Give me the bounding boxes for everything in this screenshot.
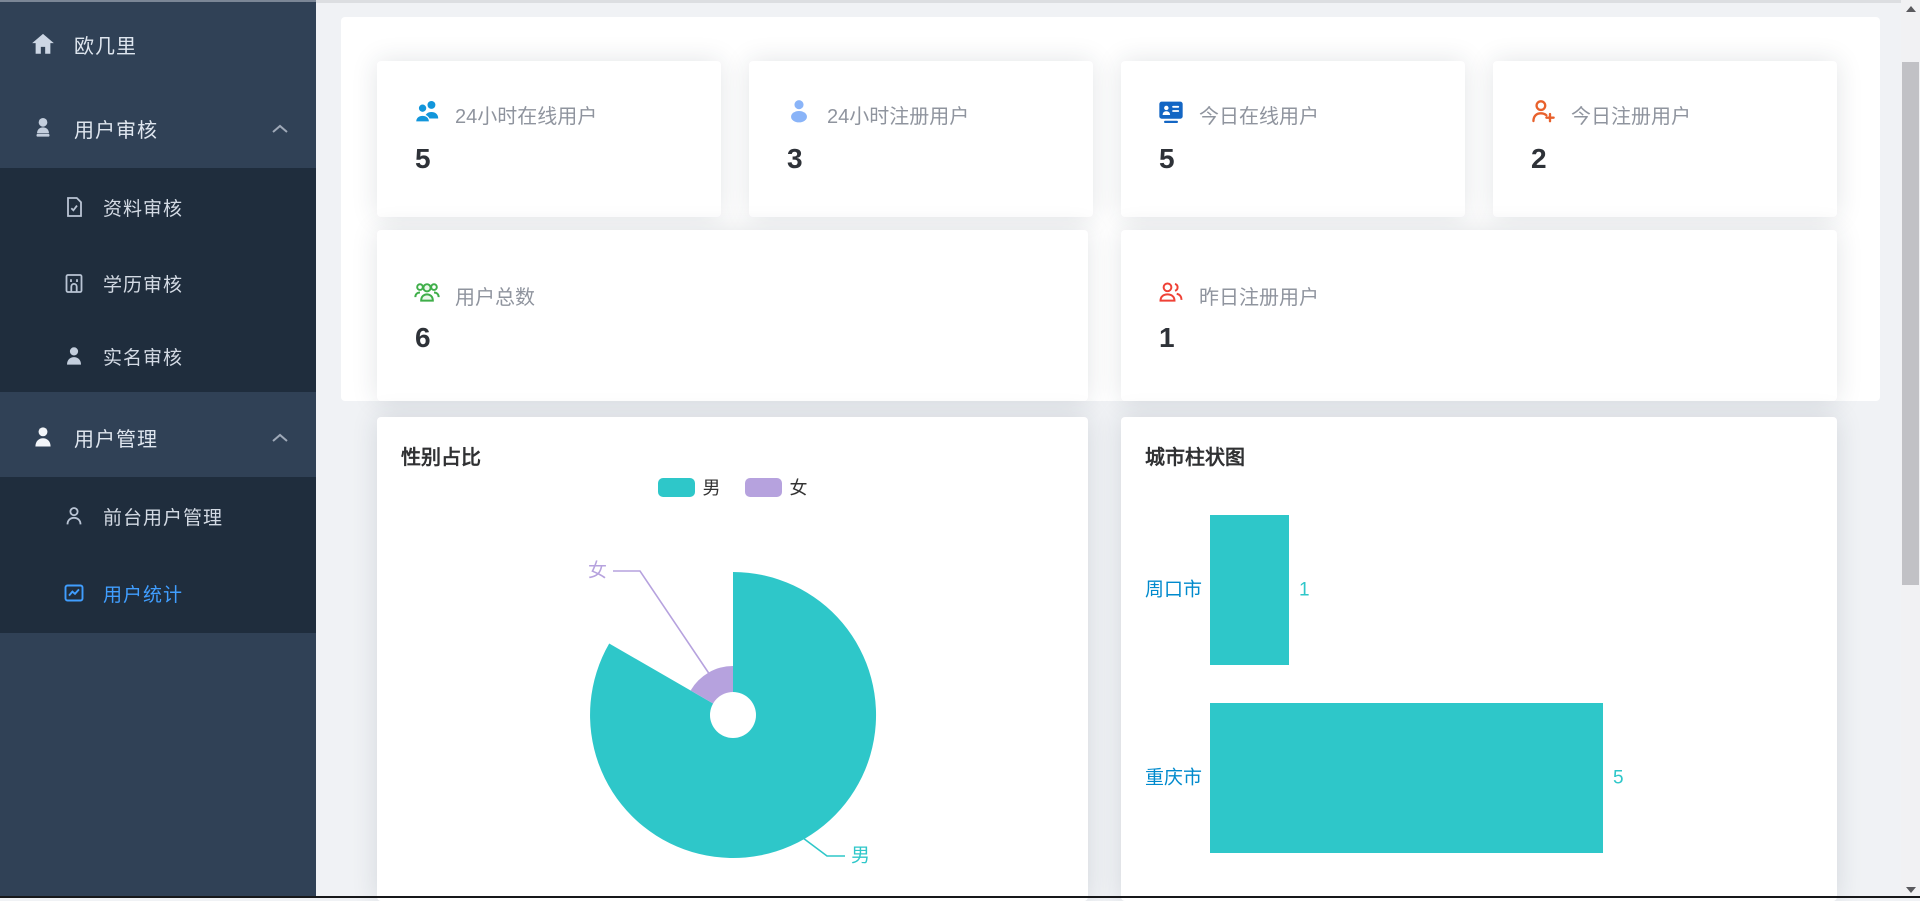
sidebar-item-material-audit[interactable]: 资料审核 [0, 168, 316, 246]
sidebar-item-label: 学历审核 [103, 274, 184, 296]
gender-pie-card: 性别占比 男 女 女 男 [377, 417, 1088, 901]
users-outline-icon [1157, 278, 1185, 306]
document-check-icon [62, 195, 86, 219]
sidebar-item-user-audit[interactable]: 用户审核 [0, 88, 316, 168]
sidebar-item-label: 资料审核 [103, 198, 184, 220]
stat-card-registered-today: 今日注册用户 2 [1493, 61, 1837, 217]
sidebar-item-user-manage[interactable]: 用户管理 [0, 395, 316, 479]
vertical-scrollbar[interactable] [1901, 0, 1920, 898]
stat-card-registered-24h: 24小时注册用户 3 [749, 61, 1093, 217]
stat-label: 用户总数 [455, 287, 535, 309]
scroll-down-icon [1905, 886, 1916, 893]
scroll-up-icon [1905, 5, 1916, 12]
pie-inner-hole [710, 692, 756, 738]
sidebar-item-label: 用户审核 [74, 119, 158, 142]
stat-card-online-today: 今日在线用户 5 [1121, 61, 1465, 217]
stat-value: 2 [1531, 143, 1547, 174]
sidebar-item-education-audit[interactable]: 学历审核 [0, 246, 316, 320]
stat-label: 昨日注册用户 [1199, 287, 1319, 309]
bar-value-label: 1 [1299, 580, 1310, 601]
users-group-icon [413, 278, 441, 306]
city-bar-card: 城市柱状图 周口市 重庆市 1 5 [1121, 417, 1837, 901]
school-building-icon [62, 271, 86, 295]
person-outline-icon [62, 504, 86, 528]
sidebar-item-label: 用户管理 [74, 428, 158, 451]
pie-callout-label-female: 女 [588, 560, 607, 582]
sidebar-item-label: 欧几里 [74, 35, 137, 58]
stat-label: 24小时在线用户 [455, 106, 598, 128]
chart-box-icon [62, 581, 86, 605]
sidebar-item-label: 前台用户管理 [103, 507, 224, 529]
scroll-up-button[interactable] [1901, 0, 1920, 17]
bar-category-label: 重庆市 [1145, 767, 1202, 789]
bar-category-label: 周口市 [1145, 579, 1202, 601]
user-filled-icon [785, 97, 813, 125]
stat-card-total-users: 用户总数 6 [377, 230, 1088, 401]
scrollbar-thumb[interactable] [1902, 62, 1919, 585]
stat-value: 3 [787, 143, 803, 174]
sidebar-item-front-user-manage[interactable]: 前台用户管理 [0, 477, 316, 555]
stat-card-registered-yesterday: 昨日注册用户 1 [1121, 230, 1837, 401]
sidebar-item-user-stats[interactable]: 用户统计 [0, 555, 316, 631]
chevron-up-icon [270, 122, 290, 140]
stat-label: 今日在线用户 [1199, 106, 1319, 128]
person-filled-icon [62, 344, 86, 368]
stat-value: 6 [415, 322, 431, 353]
user-plus-icon [1529, 97, 1557, 125]
stat-label: 24小时注册用户 [827, 106, 970, 128]
user-badge-icon [30, 115, 56, 141]
gender-pie-chart: 女 男 [588, 560, 877, 867]
stat-value: 1 [1159, 322, 1175, 353]
city-bar-chart: 周口市 重庆市 1 5 [1145, 515, 1624, 853]
person-filled-icon [30, 424, 56, 450]
id-card-icon [1157, 97, 1185, 125]
stat-value: 5 [1159, 143, 1175, 174]
sidebar-item-home[interactable]: 欧几里 [0, 8, 316, 80]
stat-label: 今日注册用户 [1571, 106, 1691, 128]
pie-callout-line-male [802, 837, 845, 857]
users-filled-icon [413, 97, 441, 125]
stat-value: 5 [415, 143, 431, 174]
chevron-up-icon [270, 431, 290, 449]
bar-zhoukou[interactable] [1210, 515, 1289, 665]
sidebar-item-label: 用户统计 [103, 584, 184, 606]
stat-card-online-24h: 24小时在线用户 5 [377, 61, 721, 217]
sidebar-item-label: 实名审核 [103, 347, 184, 369]
home-icon [30, 31, 56, 57]
sidebar-item-realname-audit[interactable]: 实名审核 [0, 320, 316, 392]
pie-callout-label-male: 男 [851, 846, 870, 867]
sidebar: 欧几里 用户审核 资料审核 学历审核 实名审核 用户管理 前台用户管理 用户统计 [0, 0, 316, 898]
bar-chongqing[interactable] [1210, 703, 1603, 853]
bar-value-label: 5 [1613, 768, 1624, 789]
main-content: 24小时在线用户 5 24小时注册用户 3 今日在线用户 5 今日注册用户 2 … [316, 0, 1920, 901]
